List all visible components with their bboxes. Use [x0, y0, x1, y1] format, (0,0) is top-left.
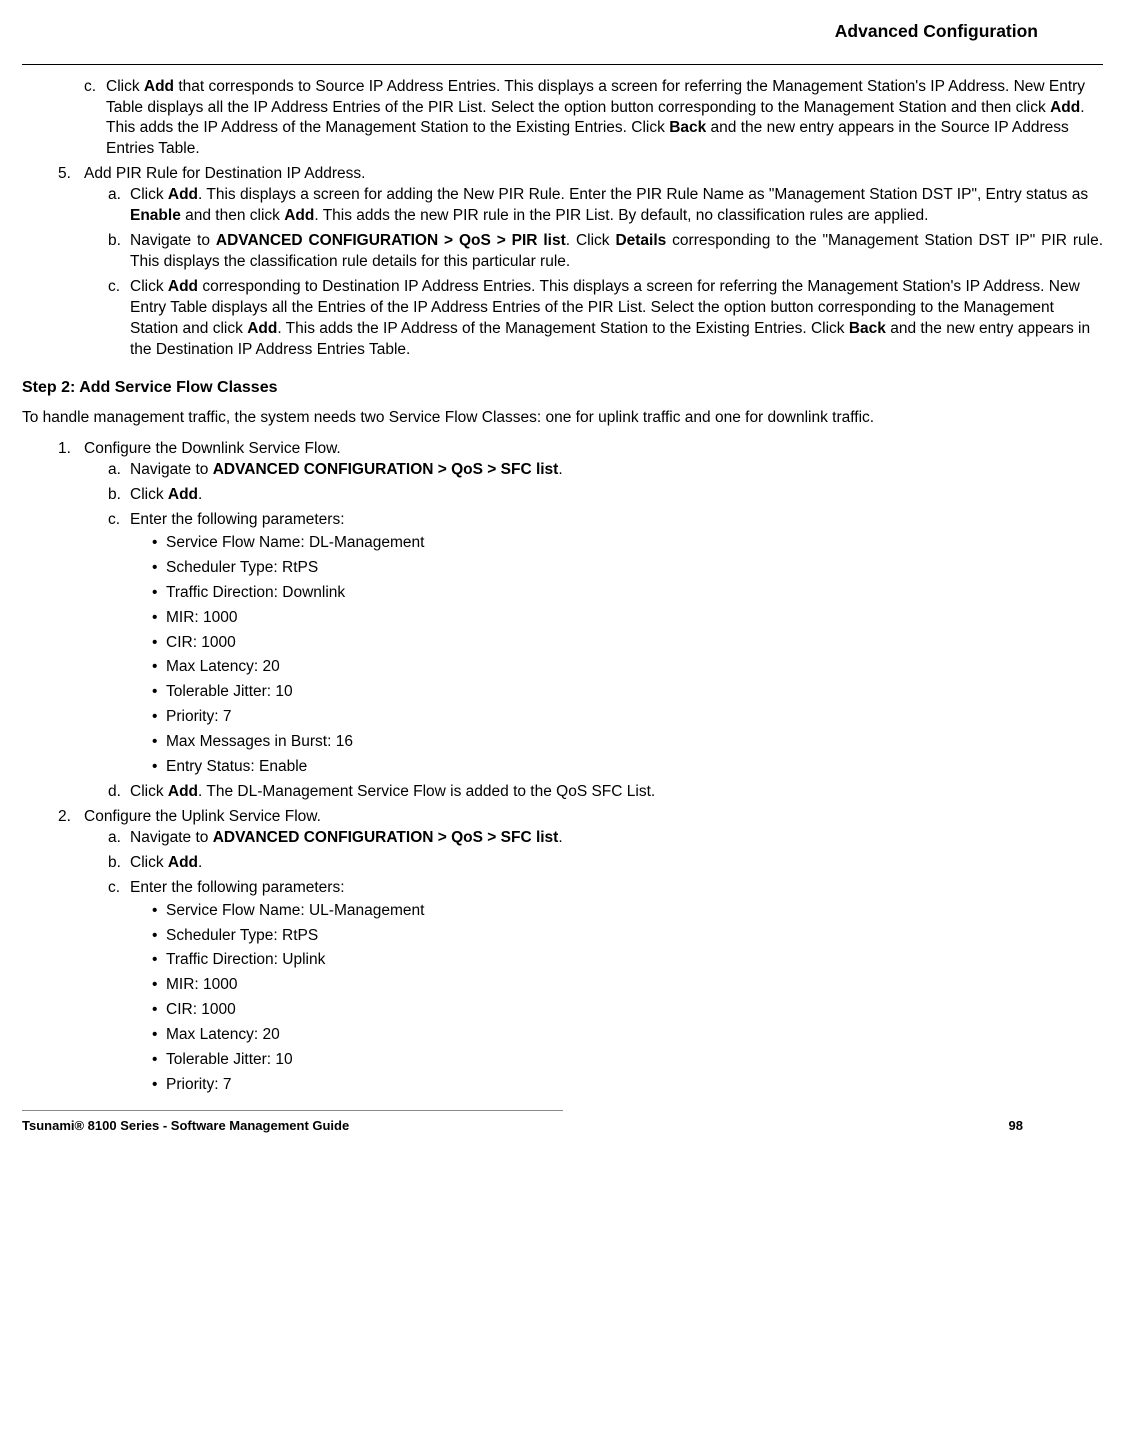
param: MIR: 1000	[152, 975, 1103, 996]
item-4-cont: c. Click Add that corresponds to Source …	[58, 77, 1103, 161]
bold: Add	[168, 854, 198, 871]
sfc-1: 1. Configure the Downlink Service Flow. …	[58, 439, 1103, 803]
bold: Back	[669, 119, 706, 136]
sfc-1b: b. Click Add.	[108, 485, 1103, 506]
param: Scheduler Type: RtPS	[152, 926, 1103, 947]
param: MIR: 1000	[152, 608, 1103, 629]
param: Max Latency: 20	[152, 657, 1103, 678]
footer-rule	[22, 1110, 563, 1111]
text: Click	[130, 854, 168, 871]
bold: Add	[168, 278, 198, 295]
bold: Add	[168, 186, 198, 203]
bold: ADVANCED CONFIGURATION > QoS > SFC list	[213, 461, 559, 478]
sfc-2b: b. Click Add.	[108, 853, 1103, 874]
bold: Add	[168, 486, 198, 503]
bold: ADVANCED CONFIGURATION > QoS > PIR list	[216, 232, 566, 249]
param: Priority: 7	[152, 1075, 1103, 1096]
text: Click	[130, 278, 168, 295]
sfc-1d: d. Click Add. The DL-Management Service …	[108, 782, 1103, 803]
param: Tolerable Jitter: 10	[152, 682, 1103, 703]
param: CIR: 1000	[152, 633, 1103, 654]
bold: Add	[144, 78, 174, 95]
param: CIR: 1000	[152, 1000, 1103, 1021]
text: Navigate to	[130, 461, 213, 478]
text: . This displays a screen for adding the …	[198, 186, 1088, 203]
sfc-1-title: Configure the Downlink Service Flow.	[84, 440, 341, 457]
param: Max Latency: 20	[152, 1025, 1103, 1046]
text: . This adds the IP Address of the Manage…	[277, 320, 849, 337]
text: and then click	[181, 207, 284, 224]
text: Enter the following parameters:	[130, 511, 345, 528]
step2-intro: To handle management traffic, the system…	[22, 408, 1103, 429]
text: Click	[106, 78, 144, 95]
sfc-2-params: Service Flow Name: UL-Management Schedul…	[152, 901, 1103, 1096]
param: Tolerable Jitter: 10	[152, 1050, 1103, 1071]
item-5b: b. Navigate to ADVANCED CONFIGURATION > …	[108, 231, 1103, 273]
item-5-title: Add PIR Rule for Destination IP Address.	[84, 165, 365, 182]
page-header: Advanced Configuration	[22, 20, 1103, 44]
text: Navigate to	[130, 232, 216, 249]
step2-heading: Step 2: Add Service Flow Classes	[22, 377, 1103, 399]
bold: Back	[849, 320, 886, 337]
param: Max Messages in Burst: 16	[152, 732, 1103, 753]
bold: Enable	[130, 207, 181, 224]
text: Click	[130, 486, 168, 503]
text: . Click	[566, 232, 616, 249]
bold: ADVANCED CONFIGURATION > QoS > SFC list	[213, 829, 559, 846]
text: . The DL-Management Service Flow is adde…	[198, 783, 655, 800]
param: Priority: 7	[152, 707, 1103, 728]
text: .	[558, 829, 562, 846]
text: .	[558, 461, 562, 478]
param: Entry Status: Enable	[152, 757, 1103, 778]
bold: Add	[284, 207, 314, 224]
text: that corresponds to Source IP Address En…	[106, 78, 1085, 116]
sfc-list: 1. Configure the Downlink Service Flow. …	[58, 439, 1103, 1096]
text: Click	[130, 186, 168, 203]
continued-list: c. Click Add that corresponds to Source …	[58, 77, 1103, 361]
param: Traffic Direction: Downlink	[152, 583, 1103, 604]
bold: Add	[168, 783, 198, 800]
item-5: 5. Add PIR Rule for Destination IP Addre…	[58, 164, 1103, 360]
param: Service Flow Name: DL-Management	[152, 533, 1103, 554]
text: Click	[130, 783, 168, 800]
sfc-2: 2. Configure the Uplink Service Flow. a.…	[58, 807, 1103, 1096]
sfc-1c: c. Enter the following parameters: Servi…	[108, 510, 1103, 778]
text: Enter the following parameters:	[130, 879, 345, 896]
sfc-2a: a. Navigate to ADVANCED CONFIGURATION > …	[108, 828, 1103, 849]
footer-left: Tsunami® 8100 Series - Software Manageme…	[22, 1117, 349, 1135]
sfc-1-params: Service Flow Name: DL-Management Schedul…	[152, 533, 1103, 778]
sfc-2c: c. Enter the following parameters: Servi…	[108, 878, 1103, 1096]
text: .	[198, 486, 202, 503]
bold: Add	[1050, 99, 1080, 116]
bold: Details	[615, 232, 666, 249]
item-5a: a. Click Add. This displays a screen for…	[108, 185, 1103, 227]
item-5c: c. Click Add corresponding to Destinatio…	[108, 277, 1103, 361]
param: Service Flow Name: UL-Management	[152, 901, 1103, 922]
bold: Add	[247, 320, 277, 337]
sfc-2-title: Configure the Uplink Service Flow.	[84, 808, 321, 825]
item-4c: c. Click Add that corresponds to Source …	[84, 77, 1103, 161]
footer-right: 98	[1009, 1117, 1023, 1135]
text: .	[198, 854, 202, 871]
page-footer: Tsunami® 8100 Series - Software Manageme…	[22, 1117, 1103, 1135]
param: Traffic Direction: Uplink	[152, 950, 1103, 971]
sfc-1a: a. Navigate to ADVANCED CONFIGURATION > …	[108, 460, 1103, 481]
header-rule	[22, 64, 1103, 65]
text: . This adds the new PIR rule in the PIR …	[314, 207, 928, 224]
text: Navigate to	[130, 829, 213, 846]
param: Scheduler Type: RtPS	[152, 558, 1103, 579]
